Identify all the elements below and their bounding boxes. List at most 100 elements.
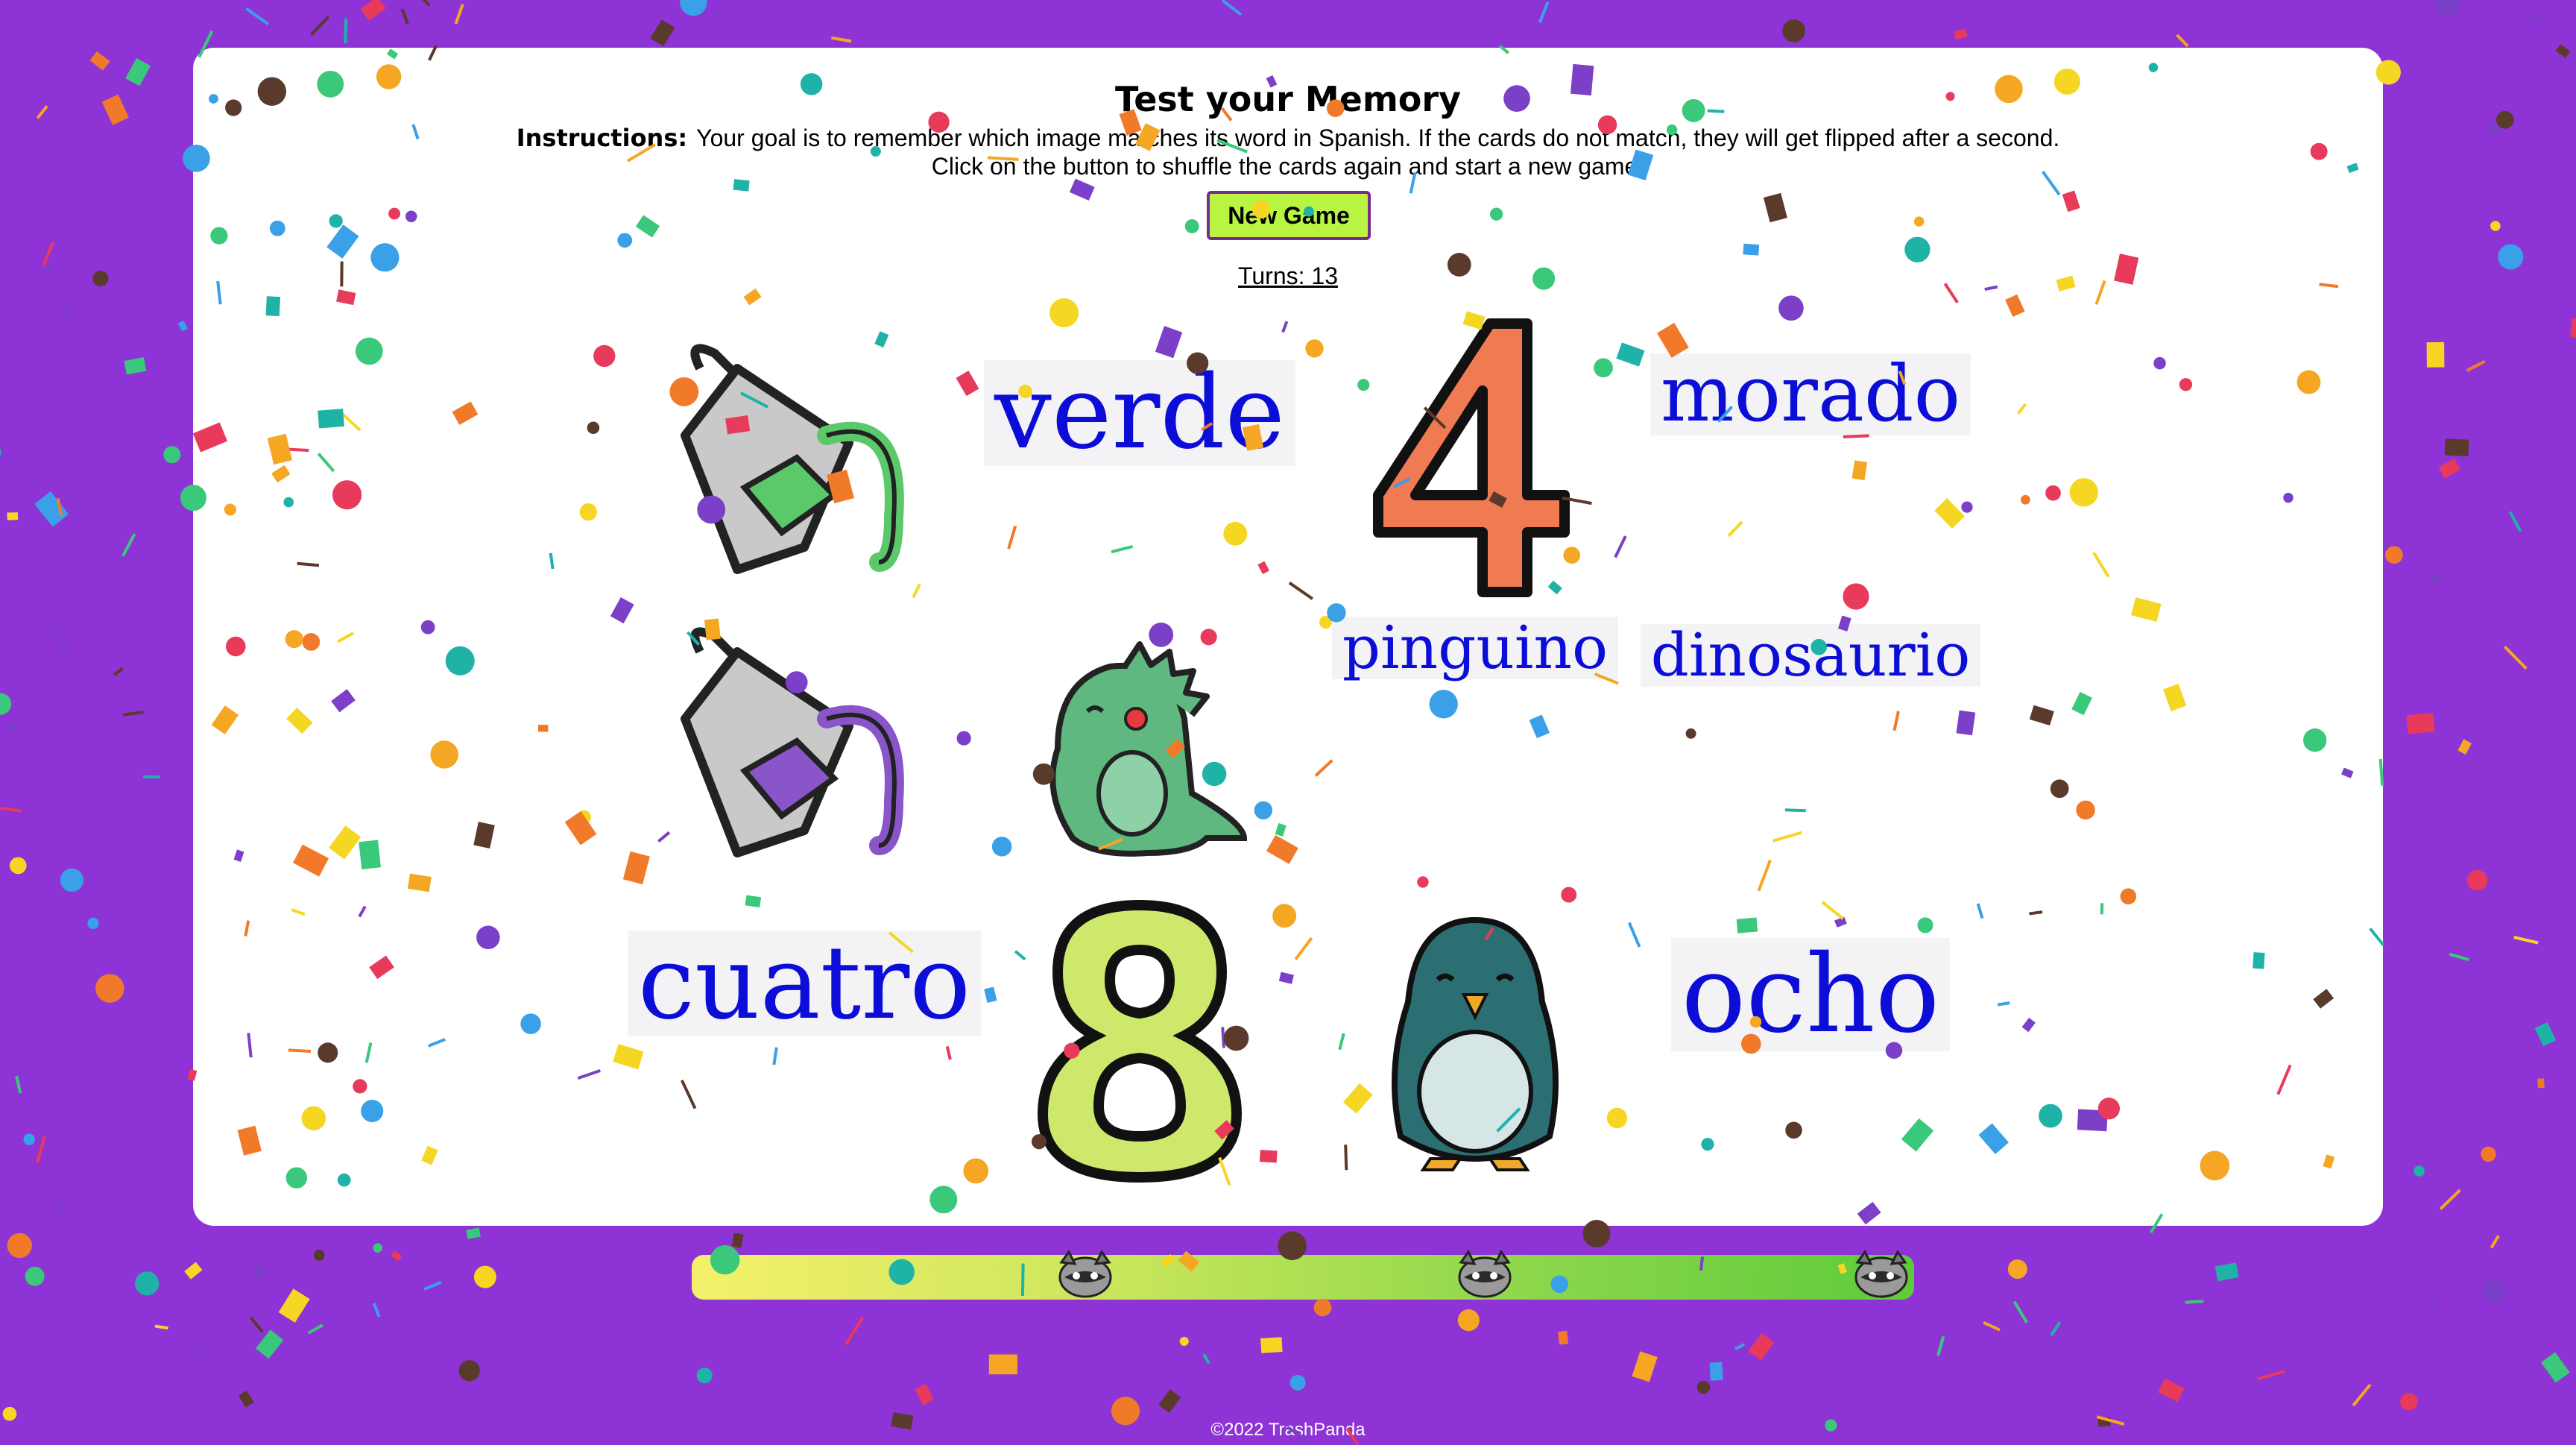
confetti-piece (1158, 1389, 1181, 1414)
confetti-piece (650, 19, 675, 47)
confetti-piece (307, 1323, 323, 1335)
confetti-piece (124, 357, 147, 375)
confetti-piece (1632, 1351, 1658, 1382)
confetti-piece (1782, 19, 1805, 42)
card-four[interactable] (1311, 316, 1639, 599)
instructions-text-2: Click on the button to shuffle the cards… (931, 153, 1645, 180)
confetti-piece (373, 1243, 382, 1253)
confetti-piece (1748, 1332, 1775, 1361)
confetti-piece (2466, 359, 2486, 372)
card-pinguino[interactable]: pinguino (1311, 599, 1639, 883)
confetti-piece (988, 1354, 1017, 1375)
confetti-piece (249, 1316, 264, 1333)
card-dinosaurio[interactable]: dinosaurio (1640, 599, 1981, 883)
confetti-piece (121, 533, 136, 557)
confetti-piece (60, 868, 84, 892)
confetti-piece (313, 1250, 325, 1262)
confetti-piece (2385, 546, 2403, 564)
confetti-piece (2513, 936, 2539, 945)
confetti-piece (1313, 1298, 1332, 1317)
card-penguin[interactable] (1311, 898, 1639, 1181)
confetti-piece (391, 1250, 402, 1262)
confetti-piece (680, 0, 707, 16)
confetti-piece (50, 1200, 63, 1224)
confetti-piece (2406, 713, 2435, 734)
confetti-piece (9, 857, 27, 875)
confetti-piece (163, 446, 181, 464)
confetti-piece (0, 805, 22, 813)
confetti-piece (7, 724, 17, 734)
confetti-piece (87, 917, 99, 929)
confetti-piece (2488, 123, 2501, 136)
confetti-piece (2438, 458, 2461, 479)
confetti-piece (2050, 1321, 2062, 1337)
card-word-pinguino: pinguino (1331, 617, 1619, 679)
confetti-piece (92, 270, 109, 287)
card-purple-paint[interactable] (640, 599, 968, 883)
confetti-piece (1538, 1, 1550, 24)
confetti-piece (2432, 1292, 2439, 1306)
confetti-piece (2496, 110, 2514, 129)
confetti-piece (1289, 1374, 1306, 1391)
confetti-piece (2508, 511, 2522, 532)
confetti-piece (1709, 1361, 1723, 1381)
confetti-piece (2570, 318, 2576, 340)
confetti-piece (255, 1329, 284, 1359)
confetti-piece (458, 1360, 480, 1382)
confetti-piece (2490, 221, 2501, 231)
confetti-piece (238, 1391, 254, 1408)
confetti-piece (54, 629, 69, 655)
raccoon-icon (1058, 1250, 1112, 1298)
confetti-piece (2414, 1165, 2425, 1177)
raccoon-icon (1854, 1250, 1908, 1298)
confetti-piece (830, 36, 852, 43)
confetti-piece (177, 320, 188, 332)
confetti-piece (344, 18, 348, 44)
card-word-morado: morado (1650, 353, 1972, 435)
card-dinosaur[interactable] (976, 599, 1304, 883)
confetti-piece (454, 3, 464, 25)
confetti-piece (36, 1136, 46, 1164)
confetti-piece (25, 1266, 45, 1286)
confetti-piece (2457, 739, 2472, 755)
confetti-piece (1696, 1380, 1711, 1394)
confetti-piece (466, 1227, 481, 1239)
confetti-piece (1202, 1353, 1210, 1364)
confetti-piece (2176, 34, 2189, 48)
confetti-piece (2185, 1300, 2204, 1304)
confetti-piece (45, 264, 50, 274)
confetti-piece (1936, 1335, 1945, 1356)
confetti-piece (2430, 573, 2444, 585)
confetti-piece (2540, 1352, 2570, 1383)
confetti-piece (253, 1262, 268, 1279)
raccoon-icon (1458, 1250, 1512, 1298)
confetti-piece (408, 0, 431, 7)
confetti-piece (2481, 1146, 2496, 1162)
new-game-button[interactable]: New Game (1207, 191, 1371, 240)
card-eight[interactable] (976, 898, 1304, 1183)
confetti-piece (473, 1265, 496, 1288)
confetti-piece (2257, 1370, 2286, 1381)
confetti-piece (2490, 1235, 2500, 1249)
confetti-piece (360, 0, 386, 21)
card-green-paint[interactable] (640, 316, 968, 599)
green-paint-bucket-icon (681, 344, 904, 574)
confetti-piece (696, 1367, 713, 1384)
confetti-piece (2498, 244, 2524, 270)
confetti-piece (2534, 1021, 2557, 1047)
confetti-piece (309, 15, 330, 36)
card-word-ocho: ocho (1670, 938, 1951, 1051)
confetti-piece (113, 667, 124, 676)
card-verde[interactable]: verde (976, 316, 1304, 599)
dinosaur-icon (1049, 641, 1248, 857)
confetti-piece (2449, 952, 2469, 962)
turns-counter: Turns: 13 (1238, 262, 1338, 289)
confetti-piece (1734, 1343, 1746, 1351)
confetti-piece (2527, 13, 2547, 23)
confetti-piece (2157, 1378, 2185, 1402)
confetti-piece (125, 57, 151, 86)
confetti-piece (2, 1406, 17, 1421)
card-cuatro[interactable]: cuatro (627, 898, 982, 1181)
card-ocho[interactable]: ocho (1647, 898, 1974, 1181)
card-morado[interactable]: morado (1647, 316, 1974, 599)
